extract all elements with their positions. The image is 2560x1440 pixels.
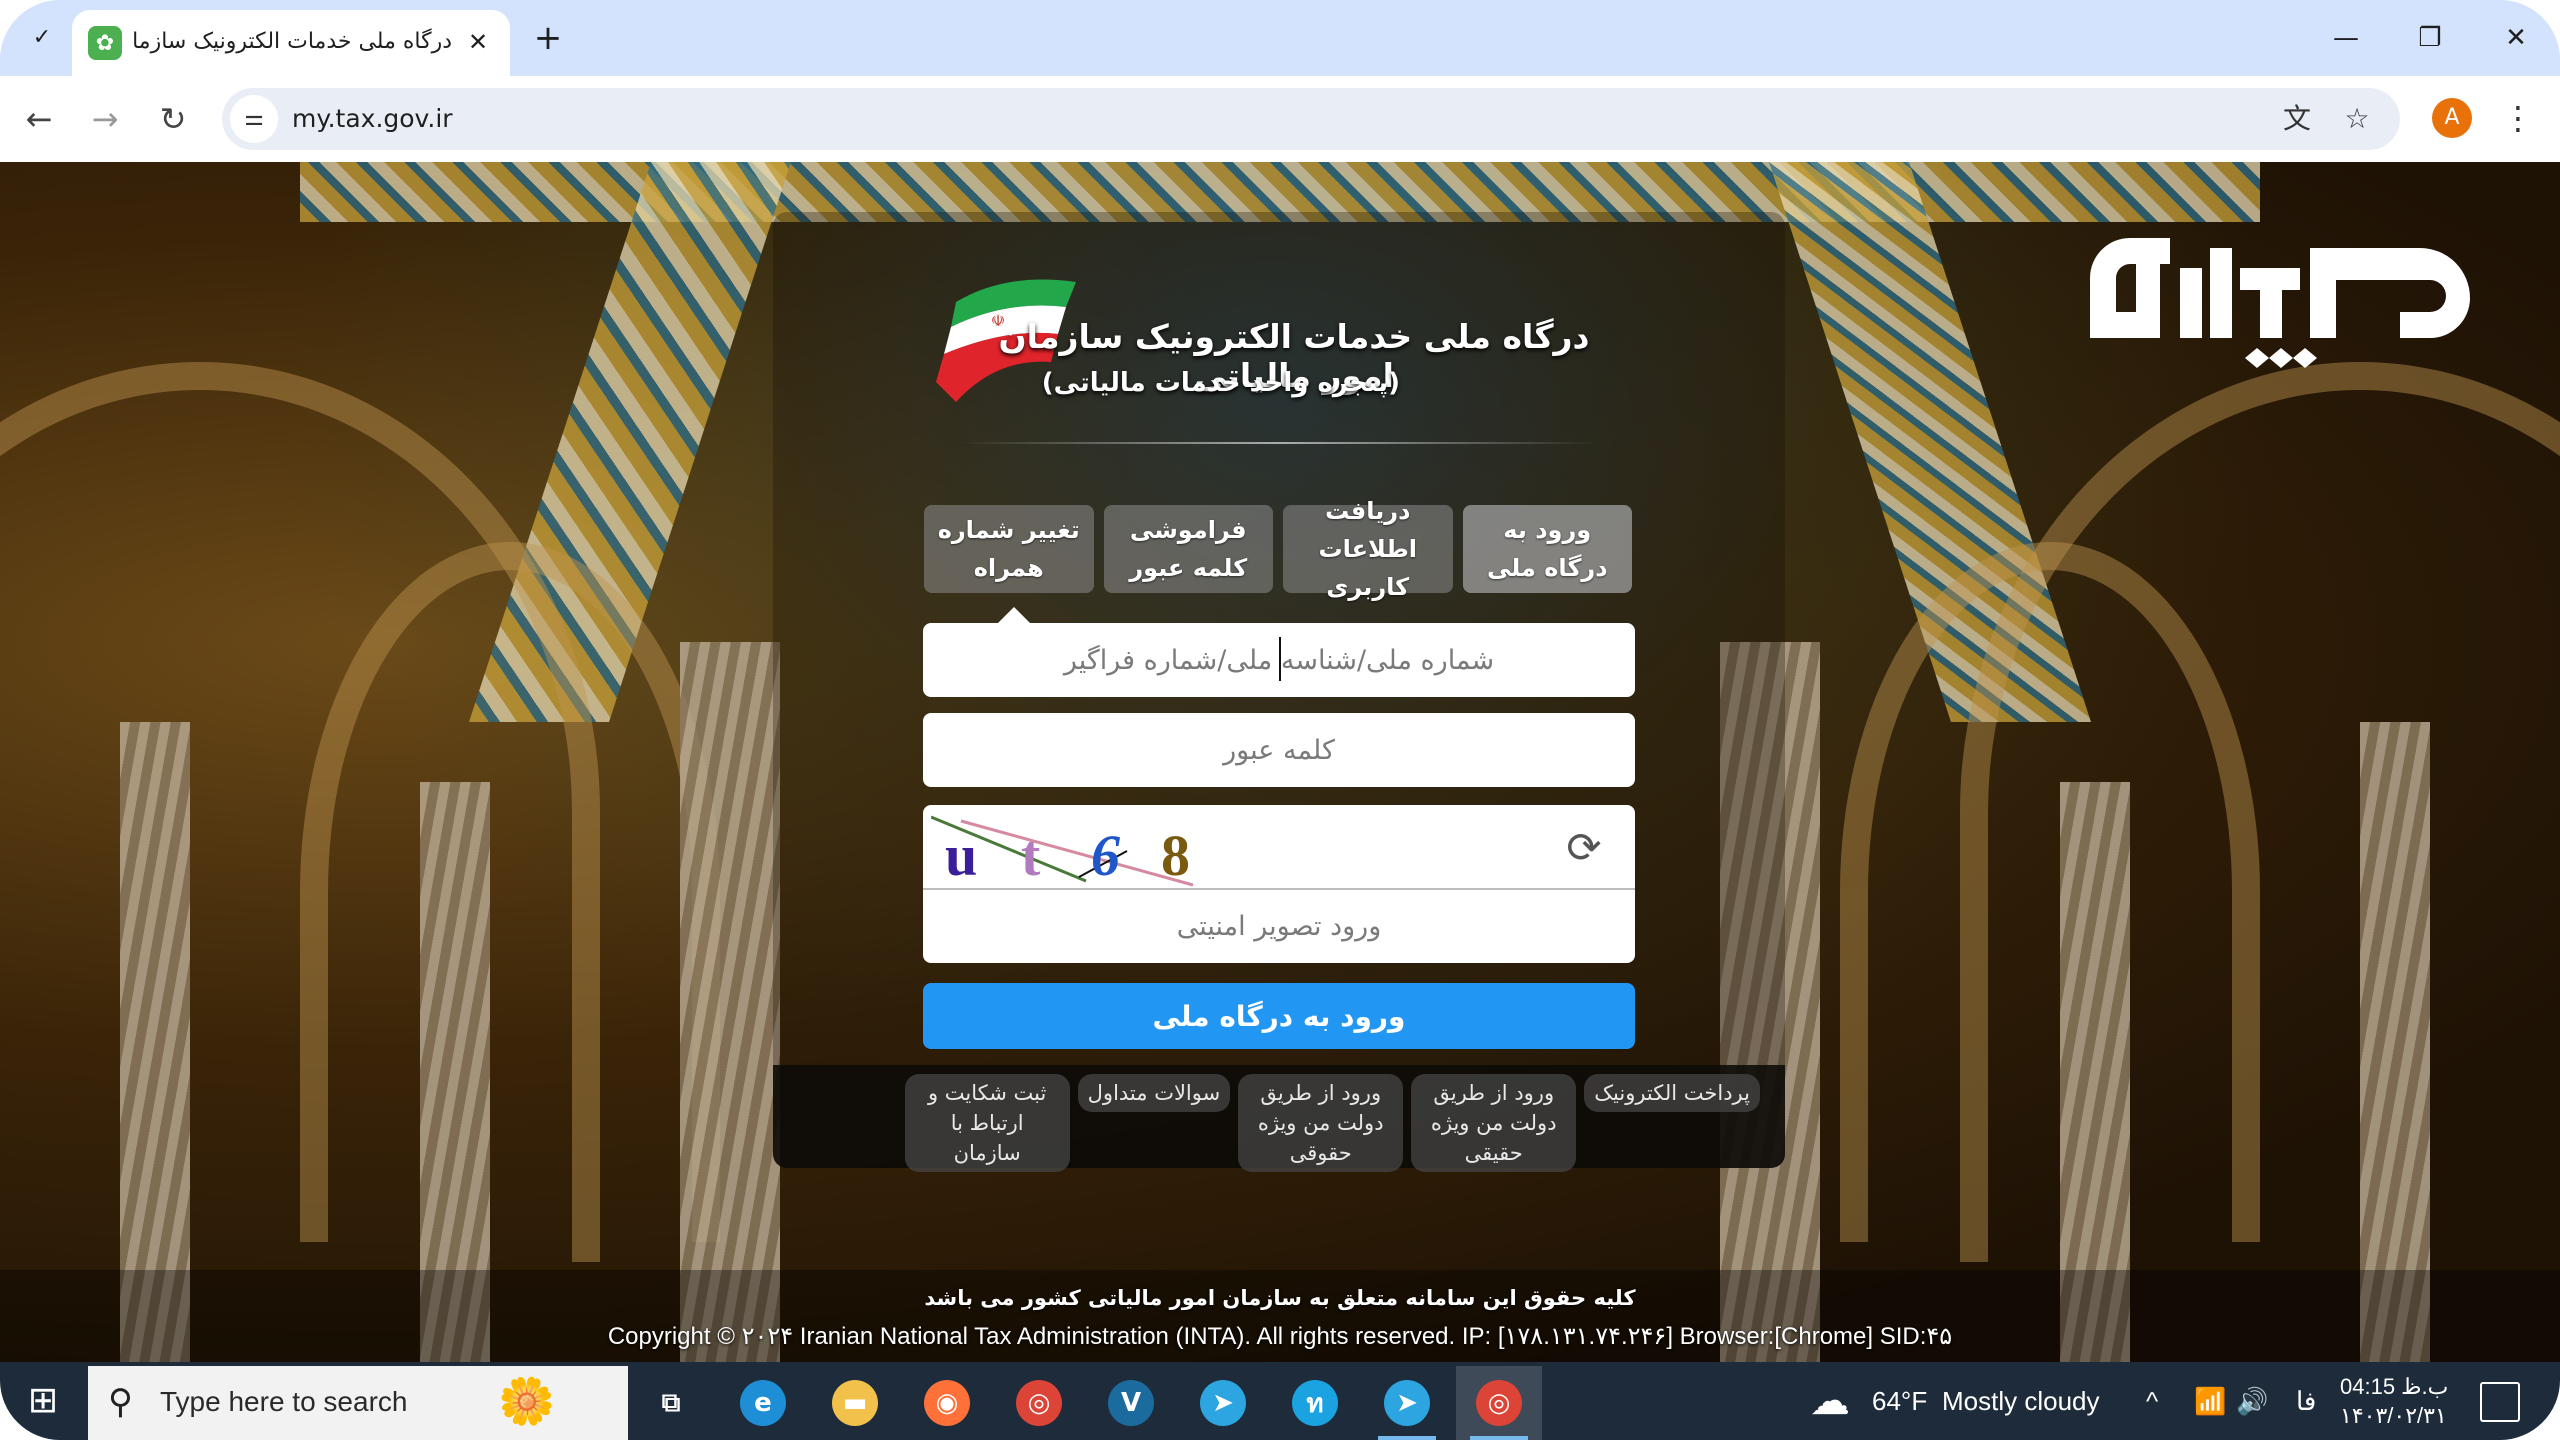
n-app-icon: ท	[1292, 1380, 1338, 1426]
arch-decoration	[300, 542, 720, 1242]
captcha-input[interactable]	[923, 890, 1635, 963]
taskbar-app-chrome[interactable]: ◎	[996, 1366, 1082, 1440]
tab-close-icon[interactable]: ✕	[460, 24, 496, 60]
telegram-icon: ➤	[1200, 1380, 1246, 1426]
arch-decoration	[1840, 542, 2260, 1242]
password-field-wrapper	[923, 713, 1635, 787]
windows-start-icon[interactable]: ⊞	[18, 1378, 68, 1424]
clock-time: 04:15 ب.ظ	[2340, 1374, 2449, 1399]
taskbar-app-telegram-2[interactable]: ➤	[1364, 1366, 1450, 1440]
task-view-icon: ⧉	[661, 1387, 681, 1418]
pillar-decoration	[680, 642, 780, 1362]
taskbar-app-task-view[interactable]: ⧉	[628, 1366, 714, 1440]
browser-tab-strip: ✓ ✿ درگاه ملی خدمات الکترونیک سازمان امو…	[0, 0, 2560, 76]
restore-button[interactable]: ❐	[2404, 16, 2456, 60]
taskbar-app-firefox[interactable]: ◉	[904, 1366, 990, 1440]
pillar-decoration	[2360, 722, 2430, 1362]
search-highlight-flower-icon: 🌼	[498, 1374, 556, 1428]
site-logo	[2090, 238, 2470, 368]
tax-portal-page: ☫ درگاه ملی خدمات الکترونیک سازمان امور …	[0, 162, 2560, 1362]
file-explorer-icon: ▬	[832, 1380, 878, 1426]
reload-button[interactable]: ↻	[148, 94, 198, 144]
running-indicator	[1378, 1436, 1436, 1440]
tab-search-icon[interactable]: ✓	[22, 18, 62, 58]
captcha-char: 8	[1161, 823, 1190, 887]
translate-icon[interactable]: 文	[2276, 98, 2318, 140]
input-language-indicator[interactable]: فا	[2296, 1362, 2316, 1440]
captcha-input-wrapper	[923, 890, 1635, 963]
v-app-icon: V	[1108, 1380, 1154, 1426]
captcha-char: t	[1021, 823, 1041, 887]
tab-title: درگاه ملی خدمات الکترونیک سازمان امور ما…	[132, 29, 452, 54]
forward-button[interactable]: →	[80, 94, 130, 144]
pillar-decoration	[120, 722, 190, 1362]
captcha-image: u t 6 8	[931, 815, 1194, 887]
text-caret	[1279, 637, 1281, 681]
chrome-profile-icon: ◎	[1476, 1380, 1522, 1426]
national-id-field-wrapper	[923, 623, 1635, 697]
close-window-button[interactable]: ✕	[2490, 16, 2542, 60]
telegram-2-icon: ➤	[1384, 1380, 1430, 1426]
portal-quick-links: پرداخت الکترونیک ورود از طریق دولت من وی…	[800, 1074, 1760, 1172]
portal-subtitle: (پنجره واحد خدمات مالیاتی)	[1041, 368, 1400, 398]
taskbar-app-chrome-profile[interactable]: ◎	[1456, 1366, 1542, 1440]
tab-login-national-portal[interactable]: ورود به درگاه ملی	[1462, 505, 1632, 593]
minimize-button[interactable]: —	[2320, 16, 2372, 60]
address-bar[interactable]: ⚌ my.tax.gov.ir 文 ☆	[222, 88, 2400, 150]
screen: ✓ ✿ درگاه ملی خدمات الکترونیک سازمان امو…	[0, 0, 2560, 1440]
weather-temperature[interactable]: 64°F	[1872, 1362, 1927, 1440]
taskbar-app-telegram[interactable]: ➤	[1180, 1366, 1266, 1440]
new-tab-button[interactable]: +	[528, 18, 568, 58]
browser-menu-icon[interactable]: ⋮	[2500, 94, 2536, 142]
browser-toolbar: ← → ↻ ⚌ my.tax.gov.ir 文 ☆ A ⋮	[0, 76, 2560, 162]
captcha-char: u	[945, 823, 977, 887]
link-electronic-payment[interactable]: پرداخت الکترونیک	[1584, 1074, 1760, 1112]
system-clock[interactable]: 04:15 ب.ظ ۱۴۰۳/۰۲/۳۱	[2340, 1372, 2460, 1430]
password-input[interactable]	[923, 713, 1635, 787]
tab-get-user-info[interactable]: دریافت اطلاعات کاربری	[1283, 497, 1453, 601]
taskbar-search-input[interactable]	[160, 1378, 480, 1426]
link-dolat-man-legal[interactable]: ورود از طریق دولت من ویژه حقوقی	[1238, 1074, 1404, 1172]
weather-cloud-icon: ☁	[1810, 1379, 1850, 1423]
taskbar-search-box[interactable]: ⚲ 🌼	[88, 1366, 628, 1440]
link-complaint-contact[interactable]: ثبت شکایت و ارتباط با سازمان	[904, 1074, 1070, 1172]
weather-condition[interactable]: Mostly cloudy	[1942, 1362, 2100, 1440]
url-text[interactable]: my.tax.gov.ir	[292, 88, 453, 150]
taskbar-app-n-app[interactable]: ท	[1272, 1366, 1358, 1440]
taskbar-app-v-app[interactable]: V	[1088, 1366, 1174, 1440]
tab-change-mobile[interactable]: تغییر شماره همراه	[924, 505, 1094, 593]
wifi-icon[interactable]: 📶	[2194, 1362, 2226, 1440]
link-faq[interactable]: سوالات متداول	[1077, 1074, 1231, 1112]
tab-forgot-password[interactable]: فراموشی کلمه عبور	[1103, 505, 1273, 593]
login-tabs: ورود به درگاه ملی دریافت اطلاعات کاربری …	[924, 497, 1632, 601]
site-info-icon[interactable]: ⚌	[230, 95, 278, 143]
captcha-char: 6	[1091, 823, 1120, 887]
chrome-icon: ◎	[1016, 1380, 1062, 1426]
windows-taskbar: ⊞ ⚲ 🌼 ⧉e▬◉◎V➤ท➤◎ ☁ 64°F Mostly cloudy ^ …	[0, 1362, 2560, 1440]
firefox-icon: ◉	[924, 1380, 970, 1426]
footer-rights-text: کلیه حقوق این سامانه متعلق به سازمان امو…	[924, 1286, 1636, 1310]
title-divider	[960, 442, 1600, 444]
edge-icon: e	[740, 1380, 786, 1426]
tray-overflow-chevron-icon[interactable]: ^	[2146, 1362, 2158, 1440]
taskbar-app-edge[interactable]: e	[720, 1366, 806, 1440]
taskbar-app-file-explorer[interactable]: ▬	[812, 1366, 898, 1440]
browser-tab-active[interactable]: ✿ درگاه ملی خدمات الکترونیک سازمان امور …	[72, 10, 510, 76]
captcha-refresh-icon[interactable]: ⟳	[1559, 823, 1609, 873]
running-indicator	[1470, 1436, 1528, 1440]
link-dolat-man-individual[interactable]: ورود از طریق دولت من ویژه حقیقی	[1411, 1074, 1577, 1172]
notification-center-icon[interactable]	[2480, 1382, 2520, 1422]
volume-icon[interactable]: 🔊	[2236, 1362, 2268, 1440]
profile-avatar[interactable]: A	[2432, 98, 2472, 138]
bookmark-star-icon[interactable]: ☆	[2336, 98, 2378, 140]
clock-date: ۱۴۰۳/۰۲/۳۱	[2340, 1403, 2447, 1428]
footer-copyright-text: Copyright © ۲۰۲۴ Iranian National Tax Ad…	[607, 1323, 1953, 1350]
captcha-box: u t 6 8 ⟳	[923, 805, 1635, 963]
tax-portal-favicon-icon: ✿	[88, 26, 122, 60]
back-button[interactable]: ←	[14, 94, 64, 144]
search-icon: ⚲	[108, 1382, 133, 1422]
login-submit-button[interactable]: ورود به درگاه ملی	[923, 983, 1635, 1049]
